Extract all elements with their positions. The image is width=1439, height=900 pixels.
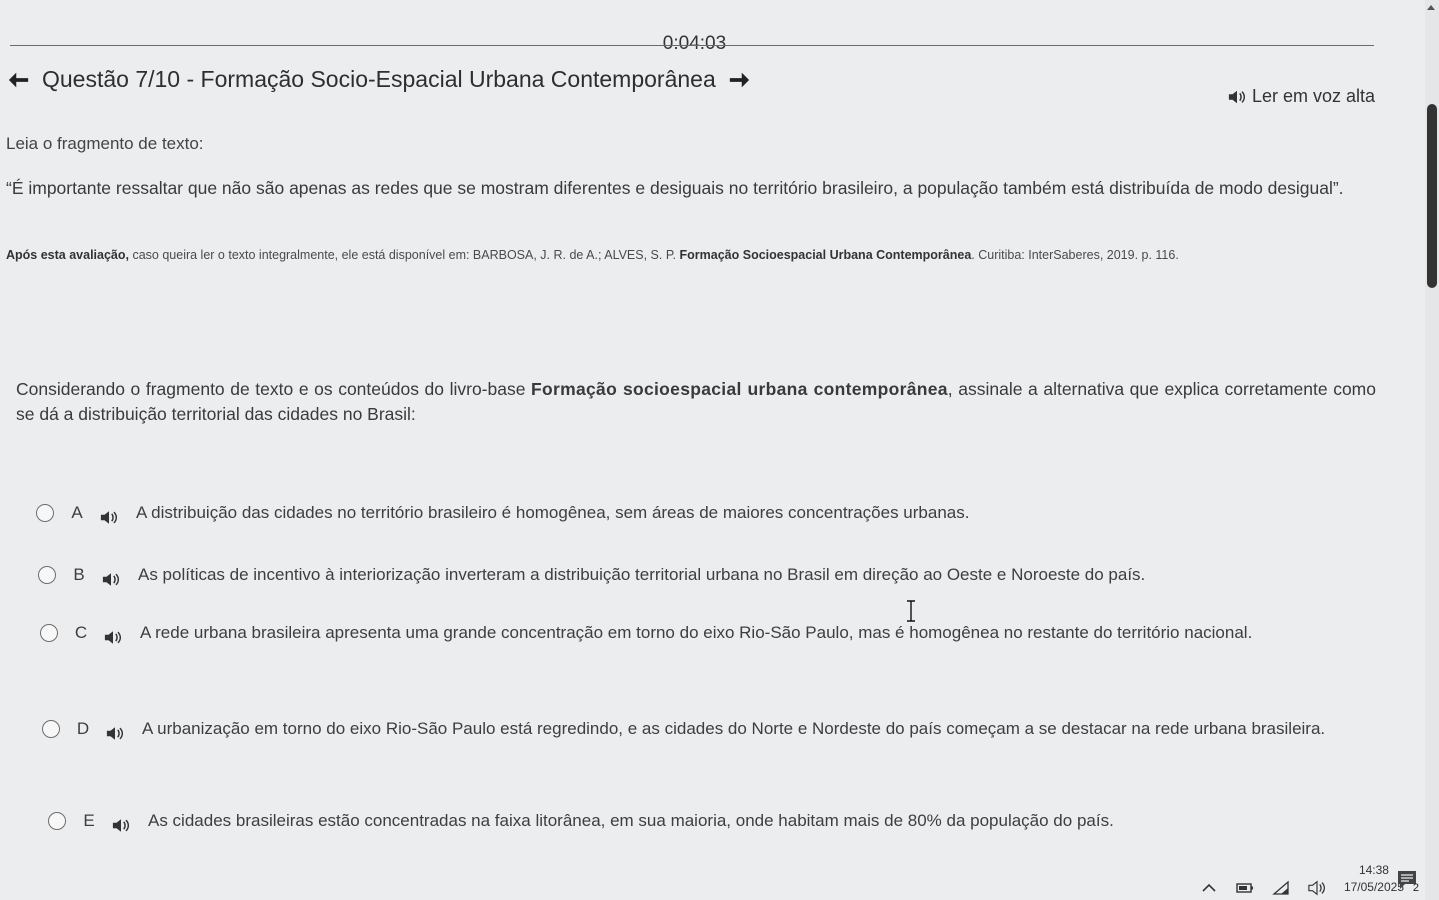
option-b-speaker-icon[interactable] — [102, 560, 138, 596]
battery-icon[interactable] — [1236, 880, 1254, 896]
question-header: Questão 7/10 - Formação Socio-Espacial U… — [6, 66, 752, 93]
clock-time: 14:38 — [1358, 863, 1389, 877]
option-e-speaker-icon[interactable] — [112, 806, 148, 842]
question-book: Formação socioespacial urbana contemporâ… — [531, 379, 948, 399]
option-a-speaker-icon[interactable] — [100, 498, 136, 534]
option-d[interactable]: D A urbanização em torno do eixo Rio-São… — [42, 714, 1362, 750]
page-scrollbar[interactable] — [1425, 0, 1439, 900]
notification-center[interactable]: 2 — [1397, 870, 1419, 894]
option-b-text: As políticas de incentivo à interiorizaç… — [138, 565, 1146, 584]
option-a-radio[interactable] — [36, 504, 54, 522]
question-title: Questão 7/10 - Formação Socio-Espacial U… — [42, 66, 716, 92]
option-c-speaker-icon[interactable] — [104, 618, 140, 654]
read-aloud-label: Ler em voz alta — [1251, 86, 1375, 106]
option-c-letter: C — [74, 623, 88, 642]
volume-icon[interactable] — [1308, 880, 1326, 896]
option-b-letter: B — [73, 565, 85, 584]
previous-question-arrow-icon[interactable] — [6, 67, 32, 93]
text-cursor-icon — [907, 600, 915, 622]
chevron-up-icon[interactable] — [1200, 880, 1218, 896]
system-tray: 14:38 17/05/2025 — [1200, 862, 1404, 896]
option-a-text: A distribuição das cidades no território… — [136, 503, 970, 522]
option-c-text: A rede urbana brasileira apresenta uma g… — [140, 623, 1253, 642]
taskbar-clock[interactable]: 14:38 17/05/2025 — [1344, 862, 1404, 896]
question-prompt: Considerando o fragmento de texto e os c… — [16, 377, 1376, 427]
option-d-radio[interactable] — [42, 720, 60, 738]
next-question-arrow-icon[interactable] — [726, 67, 752, 93]
top-divider — [10, 45, 1374, 46]
speaker-icon — [1228, 89, 1246, 105]
source-middle: caso queira ler o texto integralmente, e… — [128, 248, 680, 262]
option-e-radio[interactable] — [48, 812, 66, 830]
option-a[interactable]: A A distribuição das cidades no territór… — [36, 498, 1366, 534]
option-d-speaker-icon[interactable] — [106, 714, 142, 750]
wifi-icon[interactable] — [1272, 880, 1290, 896]
intro-text: Leia o fragmento de texto: — [6, 134, 204, 153]
timer: 0:04:03 — [662, 33, 727, 54]
question-content: Leia o fragmento de texto: “É importante… — [6, 134, 1376, 424]
source-tail: . Curitiba: InterSaberes, 2019. p. 116. — [971, 248, 1179, 262]
source-book: Formação Socioespacial Urbana Contemporâ… — [679, 248, 972, 262]
taskbar: 14:38 17/05/2025 2 — [0, 854, 1439, 900]
option-c[interactable]: C A rede urbana brasileira apresenta uma… — [40, 618, 1368, 654]
source-lead: Após esta avaliação, — [6, 248, 129, 262]
option-e-text: As cidades brasileiras estão concentrada… — [148, 811, 1114, 830]
notification-count: 2 — [1412, 882, 1419, 894]
scrollbar-thumb[interactable] — [1427, 104, 1437, 288]
read-aloud-button[interactable]: Ler em voz alta — [1228, 86, 1375, 107]
option-a-letter: A — [71, 503, 83, 522]
option-c-radio[interactable] — [40, 624, 58, 642]
option-b-radio[interactable] — [38, 566, 56, 584]
option-e-letter: E — [83, 811, 95, 830]
option-e[interactable]: E As cidades brasileiras estão concentra… — [48, 806, 1358, 842]
option-b[interactable]: B As políticas de incentivo à interioriz… — [38, 560, 1368, 596]
scroll-up-arrow-icon[interactable] — [1427, 5, 1435, 10]
quote-text: “É importante ressaltar que não são apen… — [6, 178, 1344, 198]
option-d-letter: D — [76, 719, 90, 738]
clock-date: 17/05/2025 — [1343, 880, 1404, 894]
source-citation: Após esta avaliação, caso queira ler o t… — [6, 238, 1376, 272]
question-before: Considerando o fragmento de texto e os c… — [16, 379, 532, 399]
option-d-text: A urbanização em torno do eixo Rio-São P… — [142, 719, 1326, 738]
